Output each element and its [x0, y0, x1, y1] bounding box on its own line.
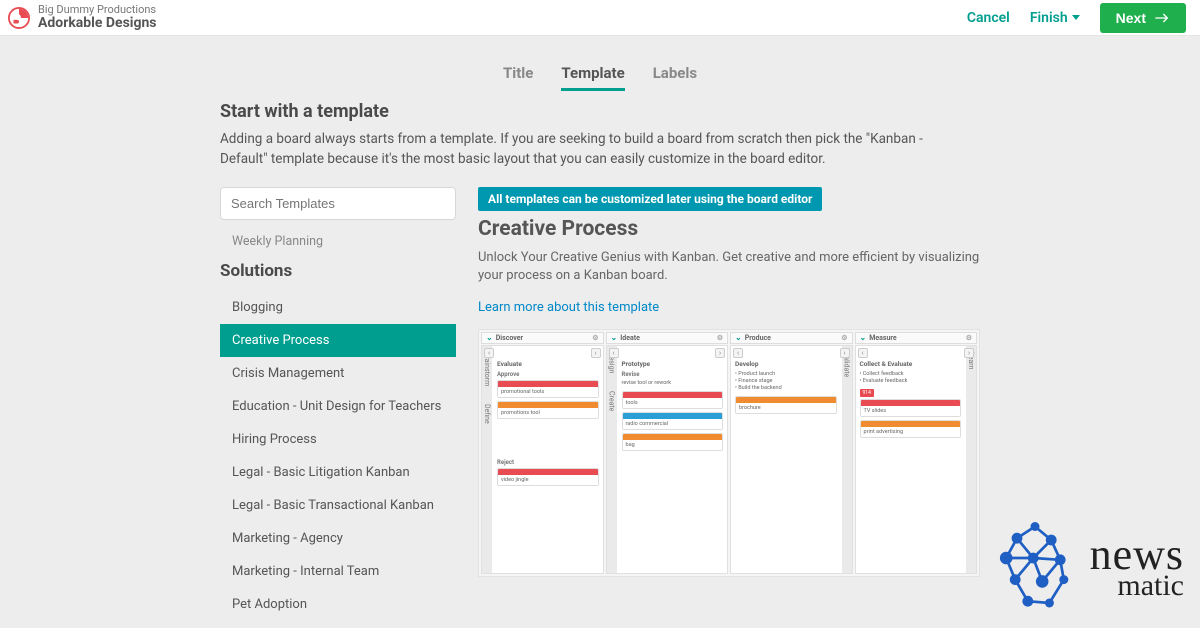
top-bar: Big Dummy Productions Adorkable Designs … — [0, 0, 1200, 36]
lane-header: Prototype — [622, 360, 724, 368]
page-title: Start with a template — [220, 101, 980, 122]
preview-phase-measure: ⌄Measure⚙ ‹› Collect & Evaluate • Collec… — [855, 332, 978, 574]
list-item[interactable]: Problem Solving — [220, 621, 456, 622]
rail-label: Create — [608, 391, 616, 411]
gear-icon: ⚙ — [717, 334, 723, 342]
watermark-text-1: news — [1090, 536, 1184, 573]
org-name: Big Dummy Productions — [38, 4, 967, 16]
next-icon: › — [964, 348, 974, 358]
preview-card: video jingle — [497, 468, 599, 486]
lane-header: Evaluate — [497, 360, 599, 368]
chevron-down-icon — [1072, 15, 1080, 20]
collapse-icon: ⌄ — [611, 333, 618, 342]
list-item[interactable]: Crisis Management — [220, 357, 456, 390]
list-item[interactable]: Creative Process — [220, 324, 456, 357]
phase-label: Ideate — [620, 334, 640, 342]
template-description: Unlock Your Creative Genius with Kanban.… — [478, 249, 980, 285]
preview-card: brochure — [735, 396, 837, 414]
preview-phase-ideate: ⌄Ideate⚙ DesignCreate ‹› Prototype Revis… — [606, 332, 729, 574]
template-title: Creative Process — [478, 217, 980, 241]
rail-label: Define — [483, 404, 491, 424]
list-item[interactable]: Blogging — [220, 291, 456, 324]
preview-card: print advertising — [860, 420, 962, 438]
list-item[interactable]: Legal - Basic Transactional Kanban — [220, 489, 456, 522]
preview-card: TV slides — [860, 399, 962, 417]
phase-label: Measure — [869, 334, 896, 342]
prev-icon: ‹ — [733, 348, 743, 358]
arrow-right-icon — [1154, 11, 1170, 25]
tab-template[interactable]: Template — [561, 64, 624, 91]
learn-more-link[interactable]: Learn more about this template — [478, 300, 659, 315]
preview-card: bag — [622, 433, 724, 451]
prev-icon: ‹ — [484, 348, 494, 358]
preview-phase-discover: ⌄Discover⚙ BrainstormDefine ‹› Evaluate … — [481, 332, 604, 574]
breadcrumb: Big Dummy Productions Adorkable Designs — [38, 4, 967, 31]
next-icon: › — [715, 348, 725, 358]
finish-button[interactable]: Finish — [1030, 10, 1080, 26]
search-input[interactable] — [220, 187, 456, 220]
collapse-icon: ⌄ — [860, 333, 867, 342]
list-section-header: Solutions — [220, 255, 456, 291]
list-item[interactable]: Marketing - Agency — [220, 522, 456, 555]
preview-card: tools — [622, 391, 724, 409]
preview-card: radio commercial — [622, 412, 724, 430]
tab-labels[interactable]: Labels — [653, 64, 697, 91]
prev-icon: ‹ — [858, 348, 868, 358]
collapse-icon: ⌄ — [486, 333, 493, 342]
info-banner: All templates can be customized later us… — [478, 187, 822, 211]
finish-label: Finish — [1030, 10, 1068, 26]
wizard-tabs: Title Template Labels — [0, 36, 1200, 101]
next-label: Next — [1116, 10, 1146, 26]
phase-label: Discover — [496, 334, 523, 342]
gear-icon: ⚙ — [966, 334, 972, 342]
next-icon: › — [591, 348, 601, 358]
template-preview: ⌄Discover⚙ BrainstormDefine ‹› Evaluate … — [478, 329, 980, 577]
list-item[interactable]: Hiring Process — [220, 423, 456, 456]
prev-icon: ‹ — [609, 348, 619, 358]
app-logo-icon — [8, 7, 30, 29]
next-icon: › — [840, 348, 850, 358]
list-item[interactable]: Legal - Basic Litigation Kanban — [220, 456, 456, 489]
gear-icon: ⚙ — [592, 334, 598, 342]
phase-label: Produce — [745, 334, 771, 342]
lane-header: Collect & Evaluate — [860, 360, 962, 368]
lane-header: Develop — [735, 360, 837, 368]
preview-phase-produce: ⌄Produce⚙ ‹› Develop • Product launch• F… — [730, 332, 853, 574]
sublane-header: Approve — [497, 371, 599, 378]
sublane-header: Reject — [497, 459, 599, 466]
sublane-header: Revise — [622, 371, 724, 378]
cancel-button[interactable]: Cancel — [967, 10, 1010, 26]
board-title: Adorkable Designs — [38, 16, 967, 31]
list-item-prev[interactable]: Weekly Planning — [220, 228, 456, 255]
note-text: revise tool or rework — [622, 380, 724, 387]
list-item[interactable]: Marketing - Internal Team — [220, 555, 456, 588]
list-item[interactable]: Education - Unit Design for Teachers — [220, 390, 456, 423]
watermark: news matic — [990, 512, 1184, 622]
tab-title[interactable]: Title — [503, 64, 533, 91]
list-item[interactable]: Pet Adoption — [220, 588, 456, 621]
next-button[interactable]: Next — [1100, 3, 1186, 33]
gear-icon: ⚙ — [841, 334, 847, 342]
collapse-icon: ⌄ — [735, 333, 742, 342]
preview-card: promotions tool — [497, 401, 599, 419]
globe-icon — [990, 512, 1080, 622]
template-list[interactable]: Weekly Planning Solutions BloggingCreati… — [220, 228, 456, 622]
page-description: Adding a board always starts from a temp… — [220, 130, 960, 169]
preview-card: promotional tools — [497, 380, 599, 398]
